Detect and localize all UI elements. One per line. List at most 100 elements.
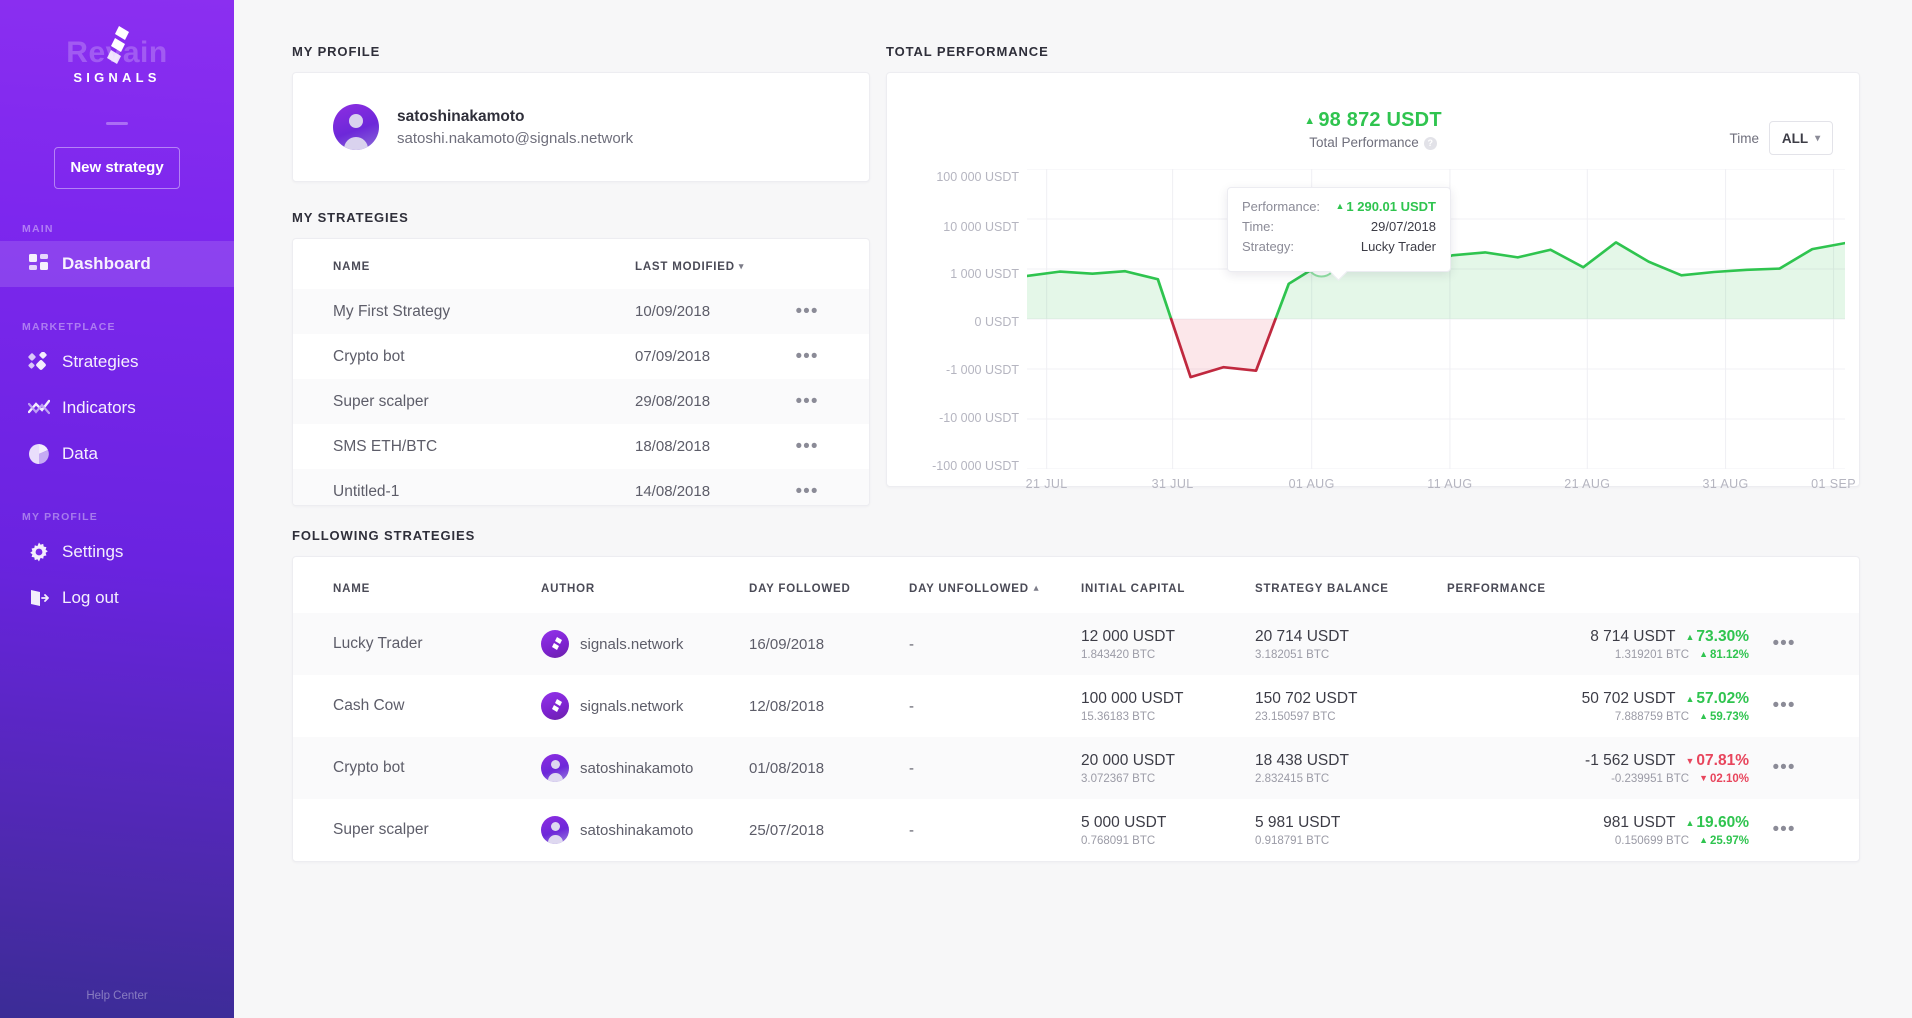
strategy-last-modified: 29/08/2018 [635,393,711,410]
strategy-last-modified: 10/09/2018 [635,303,711,320]
sidebar-item-label: Indicators [62,398,136,417]
following-day-followed: 25/07/2018 [749,821,825,839]
column-header-name[interactable]: NAME [333,261,635,273]
following-day-followed: 01/08/2018 [749,759,825,777]
following-author: signals.network [541,630,749,658]
brand-logo[interactable]: Revain SIGNALS [0,0,234,108]
row-menu-icon[interactable]: ••• [796,436,819,457]
user-avatar [541,816,569,844]
following-name: Cash Cow [333,697,405,714]
strategies-icon [28,351,50,373]
sidebar-section-profile-label: MY PROFILE [22,511,98,523]
time-range-dropdown[interactable]: ALL ▾ [1769,121,1833,155]
performance-btc-pct: ▲ 81.12% [1699,648,1749,661]
triangle-up-icon: ▲ [1304,115,1316,127]
info-icon[interactable]: ? [1423,137,1437,150]
sidebar-item-dashboard[interactable]: Dashboard [0,241,234,287]
column-header-strategy-balance[interactable]: STRATEGY BALANCE [1255,583,1447,595]
following-author-name: signals.network [580,635,684,653]
strategy-name: Untitled-1 [333,482,400,500]
tooltip-performance-key: Performance: [1242,199,1321,214]
triangle-up-icon: ▲ [1685,693,1695,704]
following-author: signals.network [541,692,749,720]
y-tick-label: -1 000 USDT [946,363,1019,377]
chart-plot-area[interactable]: Performance: ▲ 1 290.01 USDT Time: 29/07/… [1025,168,1847,470]
kpi-label: Total Performance? [887,135,1859,150]
my-strategies-header-row: NAME LAST MODIFIED ▾ [293,239,869,289]
row-menu-icon[interactable]: ••• [796,346,819,367]
sidebar: Revain SIGNALS New strategy MAIN Dashboa… [0,0,234,1018]
following-name: Lucky Trader [333,635,423,652]
sidebar-collapse-toggle[interactable] [106,122,128,125]
strategy-last-modified: 07/09/2018 [635,348,711,365]
sidebar-item-label: Data [62,444,98,463]
table-row[interactable]: SMS ETH/BTC 18/08/2018 ••• [293,424,869,469]
following-name: Super scalper [333,821,429,838]
sidebar-item-strategies[interactable]: Strategies [0,339,234,385]
column-header-author[interactable]: AUTHOR [541,583,749,595]
x-tick-label: 31 AUG [1702,477,1749,491]
row-menu-icon[interactable]: ••• [796,301,819,322]
column-header-name[interactable]: NAME [333,583,541,595]
table-row[interactable]: Crypto bot satoshinakamoto 01/08/2018 - … [293,737,1859,799]
row-menu-icon[interactable]: ••• [1773,633,1796,654]
table-row[interactable]: Lucky Trader signals.network 16/09/2018 … [293,613,1859,675]
column-header-last-modified[interactable]: LAST MODIFIED ▾ [635,261,785,273]
strategy-last-modified: 18/08/2018 [635,438,711,455]
y-tick-label: 0 USDT [974,315,1019,329]
sidebar-item-label: Strategies [62,352,139,371]
following-day-unfollowed: - [909,821,914,839]
table-row[interactable]: Cash Cow signals.network 12/08/2018 - 10… [293,675,1859,737]
left-column: MY PROFILE satoshinakamoto satoshi.nakam… [292,44,870,506]
table-row[interactable]: Super scalper 29/08/2018 ••• [293,379,869,424]
user-avatar [541,754,569,782]
sidebar-item-label: Dashboard [62,254,151,273]
column-header-day-unfollowed[interactable]: DAY UNFOLLOWED ▾ [909,583,1081,595]
performance-btc-pct: ▲ 25.97% [1699,834,1749,847]
sidebar-item-data[interactable]: Data [0,431,234,477]
x-tick-label: 21 AUG [1564,477,1611,491]
help-center-link[interactable]: Help Center [0,990,234,1002]
strategy-name: My First Strategy [333,302,451,320]
table-row[interactable]: Untitled-1 14/08/2018 ••• [293,469,869,505]
row-menu-icon[interactable]: ••• [1773,757,1796,778]
performance-pct: ▼ 07.81% [1685,751,1750,769]
sidebar-item-logout[interactable]: Log out [0,575,234,621]
table-row[interactable]: My First Strategy 10/09/2018 ••• [293,289,869,334]
new-strategy-button[interactable]: New strategy [54,147,180,189]
following-strategies-section: FOLLOWING STRATEGIES NAME AUTHOR DAY FOL… [292,528,1860,862]
y-tick-label: -10 000 USDT [939,411,1019,425]
table-row[interactable]: Crypto bot 07/09/2018 ••• [293,334,869,379]
chart-body: 100 000 USDT 10 000 USDT 1 000 USDT 0 US… [887,168,1856,491]
following-day-unfollowed: - [909,697,914,715]
column-header-day-followed[interactable]: DAY FOLLOWED [749,583,909,595]
strategy-name: Super scalper [333,392,429,410]
following-performance: 50 702 USDT ▲ 57.02% 7.888759 BTC ▲ 59.73% [1581,689,1750,723]
following-strategy-balance: 150 702 USDT 23.150597 BTC [1255,689,1358,723]
triangle-up-icon: ▲ [1685,817,1695,828]
column-header-performance[interactable]: PERFORMANCE [1447,583,1749,595]
sidebar-item-indicators[interactable]: Indicators [0,385,234,431]
following-day-unfollowed: - [909,635,914,653]
following-strategies-card: NAME AUTHOR DAY FOLLOWED DAY UNFOLLOWED ▾… [292,556,1860,862]
table-row[interactable]: Super scalper satoshinakamoto 25/07/2018… [293,799,1859,861]
total-performance-chart-card: ▲ 98 872 USDT Total Performance? Time ALL… [886,72,1860,491]
performance-btc-pct: ▲ 59.73% [1699,710,1749,723]
row-menu-icon[interactable]: ••• [796,391,819,412]
row-menu-icon[interactable]: ••• [1773,819,1796,840]
performance-pct: ▲ 57.02% [1685,689,1750,707]
column-header-initial-capital[interactable]: INITIAL CAPITAL [1081,583,1255,595]
tooltip-strategy-value: Lucky Trader [1360,239,1436,254]
indicators-icon [28,397,50,419]
following-strategy-balance: 5 981 USDT 0.918791 BTC [1255,813,1341,847]
triangle-up-icon: ▲ [1685,631,1695,642]
following-day-followed: 16/09/2018 [749,635,825,653]
sidebar-item-settings[interactable]: Settings [0,529,234,575]
sidebar-section-main-label: MAIN [22,223,54,235]
row-menu-icon[interactable]: ••• [1773,695,1796,716]
y-tick-label: 1 000 USDT [950,267,1019,281]
tooltip-time-key: Time: [1242,219,1275,234]
row-menu-icon[interactable]: ••• [796,481,819,502]
strategy-name: SMS ETH/BTC [333,437,438,455]
time-label: Time [1729,130,1760,146]
